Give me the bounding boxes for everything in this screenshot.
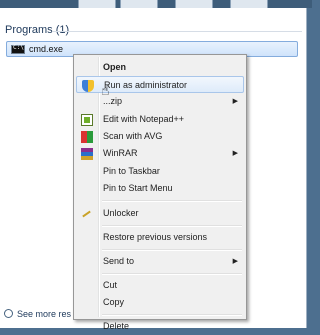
menu-separator — [102, 273, 242, 275]
menu-item-pin-to-start-menu[interactable]: Pin to Start Menu — [76, 180, 244, 197]
menu-item-label: Open — [103, 62, 127, 72]
menu-item-label: Scan with AVG — [103, 131, 163, 141]
context-menu: Open Run as administrator ...zip ▶ Edit … — [73, 54, 247, 331]
menu-item-label: Copy — [103, 297, 125, 307]
notepad-icon — [81, 114, 93, 126]
menu-item-cut[interactable]: Cut — [76, 277, 244, 294]
menu-item-label: Run as administrator — [104, 80, 188, 90]
menu-item-delete[interactable]: Delete — [76, 318, 244, 335]
toolbar-button[interactable] — [120, 0, 158, 8]
taskbar-strip — [0, 0, 312, 8]
menu-separator — [102, 249, 242, 251]
unlocker-icon — [81, 208, 93, 220]
toolbar-button[interactable] — [230, 0, 268, 8]
toolbar-button[interactable] — [78, 0, 116, 8]
cmd-icon — [11, 44, 25, 54]
submenu-arrow-icon: ▶ — [232, 98, 238, 105]
submenu-arrow-icon: ▶ — [232, 258, 238, 265]
menu-item-unlocker[interactable]: Unlocker — [76, 205, 244, 222]
menu-item-send-to[interactable]: Send to ▶ — [76, 253, 244, 270]
menu-separator — [102, 200, 242, 202]
menu-item-label: Pin to Start Menu — [103, 183, 173, 193]
toolbar-button[interactable] — [175, 0, 213, 8]
section-divider — [52, 31, 302, 32]
menu-item-label: Delete — [103, 321, 130, 331]
search-result-label: cmd.exe — [29, 44, 64, 54]
menu-item-label: Pin to Taskbar — [103, 166, 160, 176]
menu-item-pin-to-taskbar[interactable]: Pin to Taskbar — [76, 163, 244, 180]
menu-separator — [102, 225, 242, 227]
see-more-results-label: See more res — [17, 309, 72, 319]
magnifier-icon — [4, 309, 13, 318]
menu-item-open[interactable]: Open — [76, 59, 244, 76]
winrar-icon — [81, 148, 93, 160]
menu-item-label: Unlocker — [103, 208, 139, 218]
menu-item-scan-with-avg[interactable]: Scan with AVG — [76, 128, 244, 145]
menu-item-label: WinRAR — [103, 148, 138, 158]
avg-icon — [81, 131, 93, 143]
programs-section-title: Programs (1) — [5, 24, 70, 36]
menu-separator — [102, 314, 242, 316]
see-more-results-link[interactable]: See more res — [4, 309, 71, 319]
hand-cursor-icon: ☝ — [101, 82, 110, 98]
menu-item-label: Edit with Notepad++ — [103, 114, 185, 124]
submenu-arrow-icon: ▶ — [232, 150, 238, 157]
menu-item-label: Restore previous versions — [103, 232, 208, 242]
menu-item-label: Send to — [103, 256, 135, 266]
menu-item-label: Cut — [103, 280, 118, 290]
menu-item-restore-previous-versions[interactable]: Restore previous versions — [76, 229, 244, 246]
menu-item-winrar[interactable]: WinRAR ▶ — [76, 145, 244, 162]
menu-item-copy[interactable]: Copy — [76, 294, 244, 311]
shield-icon — [82, 80, 94, 92]
menu-item-edit-with-notepad[interactable]: Edit with Notepad++ — [76, 111, 244, 128]
